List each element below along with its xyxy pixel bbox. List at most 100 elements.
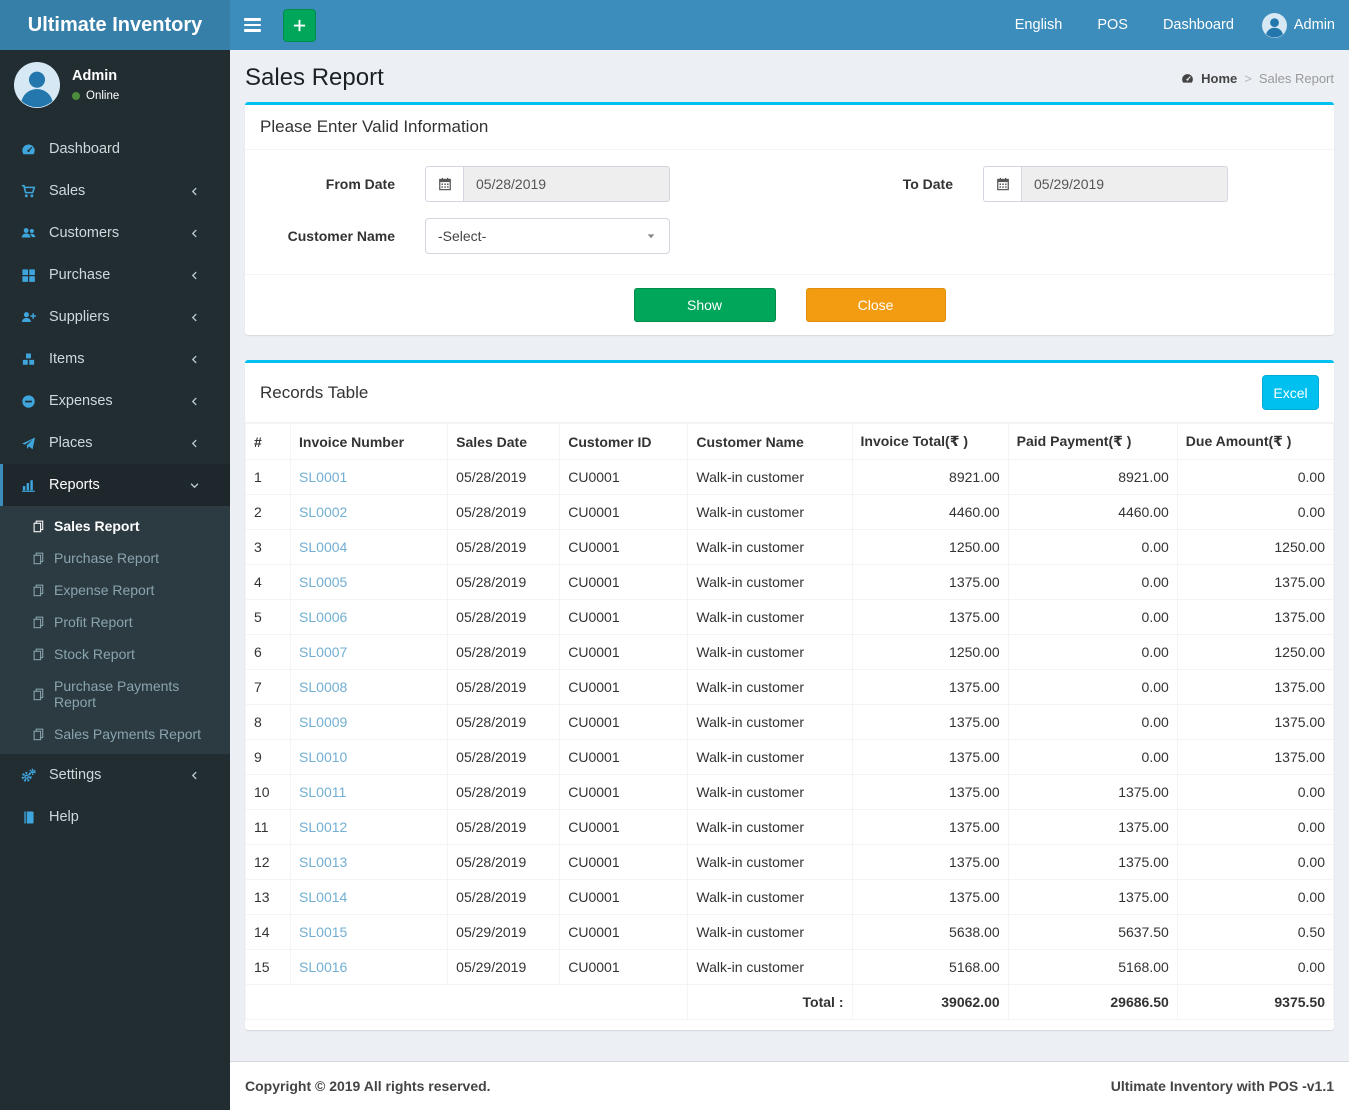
breadcrumb-home[interactable]: Home xyxy=(1201,71,1237,86)
cell-invoice-number: SL0007 xyxy=(290,634,449,670)
invoice-link[interactable]: SL0013 xyxy=(299,854,347,870)
cell-due-amount: 1375.00 xyxy=(1176,599,1335,635)
cell-paid-payment: 0.00 xyxy=(1007,599,1178,635)
sidebar-item-places[interactable]: Places xyxy=(0,422,230,464)
sidebar-subitem-expense-report[interactable]: Expense Report xyxy=(0,574,230,606)
cell-due-amount: 0.00 xyxy=(1176,459,1335,495)
cell-paid-payment: 1375.00 xyxy=(1007,879,1178,915)
cell-paid-payment: 0.00 xyxy=(1007,634,1178,670)
table-row: 3 SL0004 05/28/2019 CU0001 Walk-in customer 1… xyxy=(244,529,1335,565)
cell-invoice-number: SL0002 xyxy=(290,494,449,530)
nav-user[interactable]: Admin xyxy=(1248,0,1349,50)
sidebar-subitem-label: Sales Report xyxy=(54,518,140,534)
cell-due-amount: 0.00 xyxy=(1176,809,1335,845)
cell-invoice-number: SL0008 xyxy=(290,669,449,705)
cell-paid-payment: 0.00 xyxy=(1007,669,1178,705)
nav-language[interactable]: English xyxy=(1001,0,1077,50)
online-status-dot xyxy=(72,92,80,100)
col-header-index: # xyxy=(244,423,292,460)
sidebar-item-expenses[interactable]: Expenses xyxy=(0,380,230,422)
cell-invoice-number: SL0004 xyxy=(290,529,449,565)
table-row: 15 SL0016 05/29/2019 CU0001 Walk-in customer… xyxy=(244,949,1335,985)
sidebar-subitem-purchase-payments-report[interactable]: Purchase Payments Report xyxy=(0,670,230,718)
sidebar-item-help[interactable]: Help xyxy=(0,796,230,838)
sidebar-user-status[interactable]: Online xyxy=(72,90,119,102)
sidebar-submenu: Sales Report Purchase Report Expense Repor… xyxy=(0,506,230,754)
invoice-link[interactable]: SL0006 xyxy=(299,609,347,625)
hamburger-menu-icon[interactable] xyxy=(230,0,275,50)
cell-sales-date: 05/28/2019 xyxy=(447,564,561,600)
nav-dashboard[interactable]: Dashboard xyxy=(1142,0,1248,50)
cell-sales-date: 05/28/2019 xyxy=(447,774,561,810)
sidebar-user-status-label: Online xyxy=(86,90,120,102)
table-row: 10 SL0011 05/28/2019 CU0001 Walk-in customer… xyxy=(244,774,1335,810)
cell-invoice-number: SL0009 xyxy=(290,704,449,740)
cell-sales-date: 05/28/2019 xyxy=(447,529,561,565)
cell-index: 4 xyxy=(244,564,292,600)
chevron-left-icon xyxy=(184,438,205,449)
cell-paid-payment: 5637.50 xyxy=(1007,914,1178,950)
calendar-icon[interactable] xyxy=(425,166,463,202)
cell-customer-id: CU0001 xyxy=(559,704,689,740)
add-button[interactable] xyxy=(283,8,316,42)
cell-customer-id: CU0001 xyxy=(559,949,689,985)
invoice-link[interactable]: SL0008 xyxy=(299,679,347,695)
cell-customer-name: Walk-in customer xyxy=(687,564,853,600)
sidebar-subitem-sales-payments-report[interactable]: Sales Payments Report xyxy=(0,718,230,750)
total-paid-payment: 29686.50 xyxy=(1007,984,1178,1020)
invoice-link[interactable]: SL0011 xyxy=(299,784,346,800)
invoice-link[interactable]: SL0002 xyxy=(299,504,347,520)
sidebar-item-sales[interactable]: Sales xyxy=(0,170,230,212)
cell-invoice-total: 1250.00 xyxy=(851,529,1009,565)
cell-customer-name: Walk-in customer xyxy=(687,459,853,495)
nav-dashboard-label: Dashboard xyxy=(1162,17,1234,33)
sidebar-item-dashboard[interactable]: Dashboard xyxy=(0,128,230,170)
excel-export-button[interactable]: Excel xyxy=(1262,375,1319,410)
nav-pos[interactable]: POS xyxy=(1076,0,1142,50)
gears-icon xyxy=(18,768,39,783)
col-header-customer-id: Customer ID xyxy=(559,423,689,460)
invoice-link[interactable]: SL0001 xyxy=(299,469,347,485)
sidebar-item-settings[interactable]: Settings xyxy=(0,754,230,796)
cell-due-amount: 1375.00 xyxy=(1176,704,1335,740)
invoice-link[interactable]: SL0015 xyxy=(299,924,347,940)
show-button[interactable]: Show xyxy=(633,288,776,322)
sidebar-subitem-purchase-report[interactable]: Purchase Report xyxy=(0,542,230,574)
table-row: 7 SL0008 05/28/2019 CU0001 Walk-in customer 1… xyxy=(244,669,1335,705)
sidebar-item-suppliers[interactable]: Suppliers xyxy=(0,296,230,338)
cell-invoice-total: 1375.00 xyxy=(851,599,1009,635)
to-date-input[interactable] xyxy=(1021,166,1228,202)
cell-paid-payment: 0.00 xyxy=(1007,529,1178,565)
sidebar-item-label: Customers xyxy=(49,225,120,241)
col-header-customer-name: Customer Name xyxy=(687,423,853,460)
sidebar-subitem-stock-report[interactable]: Stock Report xyxy=(0,638,230,670)
invoice-link[interactable]: SL0009 xyxy=(299,714,347,730)
sidebar-item-customers[interactable]: Customers xyxy=(0,212,230,254)
table-row: 11 SL0012 05/28/2019 CU0001 Walk-in customer… xyxy=(244,809,1335,845)
app-logo[interactable]: Ultimate Inventory xyxy=(0,0,230,50)
app-title: Ultimate Inventory xyxy=(27,13,203,36)
files-icon xyxy=(32,728,45,741)
sidebar-item-label: Help xyxy=(49,809,79,825)
sidebar-subitem-sales-report[interactable]: Sales Report xyxy=(0,510,230,542)
invoice-link[interactable]: SL0007 xyxy=(299,644,347,660)
invoice-link[interactable]: SL0012 xyxy=(299,819,347,835)
files-icon xyxy=(32,616,45,629)
close-button[interactable]: Close xyxy=(805,288,946,322)
from-date-input[interactable] xyxy=(463,166,670,202)
sidebar-item-reports[interactable]: Reports xyxy=(0,464,230,506)
invoice-link[interactable]: SL0016 xyxy=(299,959,347,975)
customer-name-select[interactable]: -Select- xyxy=(425,218,670,254)
invoice-link[interactable]: SL0005 xyxy=(299,574,347,590)
invoice-link[interactable]: SL0010 xyxy=(299,749,347,765)
sidebar-item-items[interactable]: Items xyxy=(0,338,230,380)
cell-sales-date: 05/29/2019 xyxy=(447,949,561,985)
sidebar-item-purchase[interactable]: Purchase xyxy=(0,254,230,296)
sidebar-subitem-profit-report[interactable]: Profit Report xyxy=(0,606,230,638)
cell-paid-payment: 8921.00 xyxy=(1007,459,1178,495)
table-row: 12 SL0013 05/28/2019 CU0001 Walk-in customer… xyxy=(244,844,1335,880)
cell-customer-id: CU0001 xyxy=(559,494,689,530)
calendar-icon[interactable] xyxy=(983,166,1021,202)
invoice-link[interactable]: SL0014 xyxy=(299,889,347,905)
invoice-link[interactable]: SL0004 xyxy=(299,539,347,555)
